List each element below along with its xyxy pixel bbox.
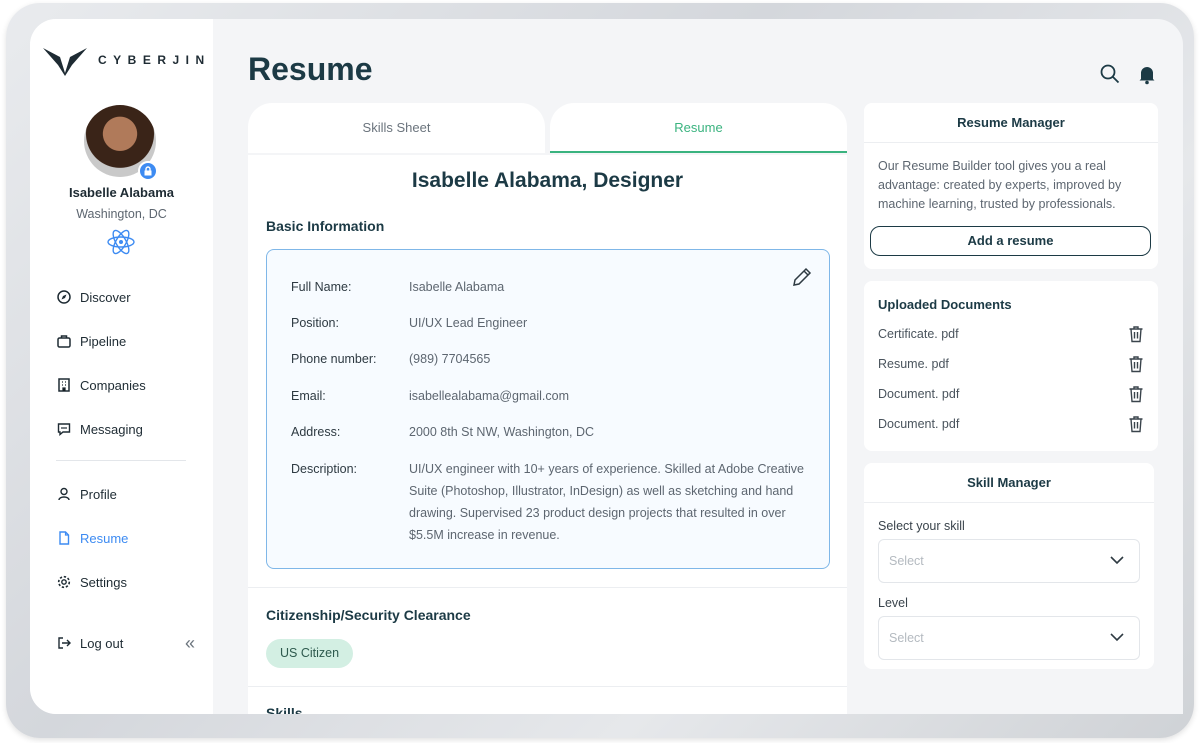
field-label: Description:	[291, 462, 357, 476]
atom-icon	[107, 229, 135, 255]
field-full-name: Full Name: Isabelle Alabama	[291, 280, 809, 298]
basic-info-box: Full Name: Isabelle Alabama Position: UI…	[266, 249, 830, 569]
resume-manager-description: Our Resume Builder tool gives you a real…	[878, 159, 1122, 211]
chat-icon	[56, 421, 72, 437]
field-label: Position:	[291, 316, 339, 330]
resume-manager-title: Resume Manager	[864, 103, 1158, 143]
sidebar-item-profile[interactable]: Profile	[56, 486, 117, 502]
sidebar-item-label: Companies	[80, 377, 146, 393]
skill-manager-title: Skill Manager	[864, 463, 1154, 503]
sidebar-item-companies[interactable]: Companies	[56, 377, 146, 393]
field-label: Email:	[291, 389, 326, 403]
field-label: Phone number:	[291, 352, 377, 366]
field-description: Description: UI/UX engineer with 10+ yea…	[291, 462, 809, 546]
trash-icon[interactable]	[1128, 355, 1144, 373]
search-icon[interactable]	[1099, 63, 1121, 85]
tab-resume[interactable]: Resume	[550, 103, 847, 153]
logout-icon	[56, 635, 72, 651]
document-name: Certificate. pdf	[878, 327, 959, 341]
user-icon	[56, 486, 72, 502]
field-value: isabellealabama@gmail.com	[409, 389, 569, 403]
field-address: Address: 2000 8th St NW, Washington, DC	[291, 425, 809, 443]
level-select-value: Select	[889, 631, 924, 645]
sidebar-item-resume[interactable]: Resume	[56, 530, 128, 546]
compass-icon	[56, 289, 72, 305]
list-item[interactable]: Resume. pdf	[878, 355, 1144, 373]
sidebar-item-settings[interactable]: Settings	[56, 574, 127, 590]
document-name: Resume. pdf	[878, 357, 949, 371]
user-name: Isabelle Alabama	[68, 185, 174, 200]
level-select[interactable]: Select	[878, 616, 1140, 660]
sidebar-item-discover[interactable]: Discover	[56, 289, 131, 305]
sidebar-item-label: Settings	[80, 574, 127, 590]
citizenship-chip: US Citizen	[266, 639, 354, 668]
sidebar-item-label: Pipeline	[80, 333, 127, 349]
page-title: Resume	[248, 51, 373, 87]
avatar[interactable]	[84, 105, 158, 181]
cyberjin-logo-icon	[43, 48, 87, 76]
brand-logo[interactable]: CYBERJIN	[42, 43, 211, 77]
field-value: 2000 8th St NW, Washington, DC	[409, 425, 595, 439]
briefcase-icon	[56, 333, 72, 349]
gear-icon	[56, 574, 72, 590]
user-location: Washington, DC	[76, 207, 167, 221]
trash-icon[interactable]	[1128, 325, 1144, 343]
sidebar-item-label: Profile	[80, 486, 117, 502]
skill-manager-panel: Skill Manager Select your skill Select L…	[864, 463, 1154, 669]
trash-icon[interactable]	[1128, 415, 1144, 433]
sidebar-item-label: Log out	[80, 635, 124, 651]
citizenship-title: Citizenship/Security Clearance	[266, 607, 471, 623]
section-divider	[248, 587, 847, 588]
chevron-down-icon	[1110, 556, 1124, 565]
field-label: Address:	[291, 425, 341, 439]
field-label: Full Name:	[291, 280, 352, 294]
section-divider	[248, 686, 847, 687]
field-value: Isabelle Alabama	[409, 280, 505, 294]
resume-heading: Isabelle Alabama, Designer	[411, 169, 684, 192]
device-frame: CYBERJIN Isabelle Alabama Washington, DC…	[6, 3, 1194, 738]
skill-select-value: Select	[889, 554, 924, 568]
document-icon	[56, 530, 72, 546]
sidebar-item-label: Messaging	[80, 421, 143, 437]
skill-label: Select your skill	[878, 519, 965, 533]
trash-icon[interactable]	[1128, 385, 1144, 403]
document-name: Document. pdf	[878, 387, 960, 401]
skill-select[interactable]: Select	[878, 539, 1140, 583]
sidebar: CYBERJIN Isabelle Alabama Washington, DC…	[30, 19, 213, 714]
sidebar-item-label: Resume	[80, 530, 129, 546]
document-name: Document. pdf	[878, 417, 960, 431]
level-label: Level	[878, 596, 908, 610]
resume-tabs: Skills Sheet Resume	[248, 103, 847, 155]
list-item[interactable]: Document. pdf	[878, 415, 1144, 433]
field-value: (989) 7704565	[409, 352, 491, 366]
field-value: UI/UX Lead Engineer	[409, 316, 528, 330]
list-item[interactable]: Document. pdf	[878, 385, 1144, 403]
brand-name: CYBERJIN	[98, 53, 211, 67]
sidebar-item-messaging[interactable]: Messaging	[56, 421, 143, 437]
field-value: UI/UX engineer with 10+ years of experie…	[409, 462, 805, 542]
lock-icon	[138, 161, 158, 181]
sidebar-divider	[56, 460, 186, 461]
basic-info-title: Basic Information	[266, 218, 385, 234]
sidebar-item-pipeline[interactable]: Pipeline	[56, 333, 126, 349]
collapse-sidebar-icon[interactable]: «	[185, 633, 195, 654]
tab-skills-sheet[interactable]: Skills Sheet	[248, 103, 545, 153]
chevron-down-icon	[1110, 633, 1124, 642]
field-position: Position: UI/UX Lead Engineer	[291, 316, 809, 334]
skills-title: Skills	[266, 705, 303, 714]
field-phone: Phone number: (989) 7704565	[291, 352, 809, 370]
building-icon	[56, 377, 72, 393]
uploaded-documents-panel: Uploaded Documents Certificate. pdf Resu…	[864, 281, 1158, 451]
resume-manager-panel: Resume Manager Our Resume Builder tool g…	[864, 103, 1158, 269]
sidebar-item-label: Discover	[80, 289, 131, 305]
uploaded-documents-title: Uploaded Documents	[878, 297, 1012, 312]
logout-button[interactable]: Log out	[56, 635, 123, 651]
bell-icon[interactable]	[1136, 63, 1158, 85]
add-resume-button[interactable]: Add a resume	[870, 226, 1151, 256]
resume-card: Isabelle Alabama, Designer Basic Informa…	[248, 155, 847, 714]
field-email: Email: isabellealabama@gmail.com	[291, 389, 809, 407]
app-screen: CYBERJIN Isabelle Alabama Washington, DC…	[30, 19, 1183, 714]
list-item[interactable]: Certificate. pdf	[878, 325, 1144, 343]
